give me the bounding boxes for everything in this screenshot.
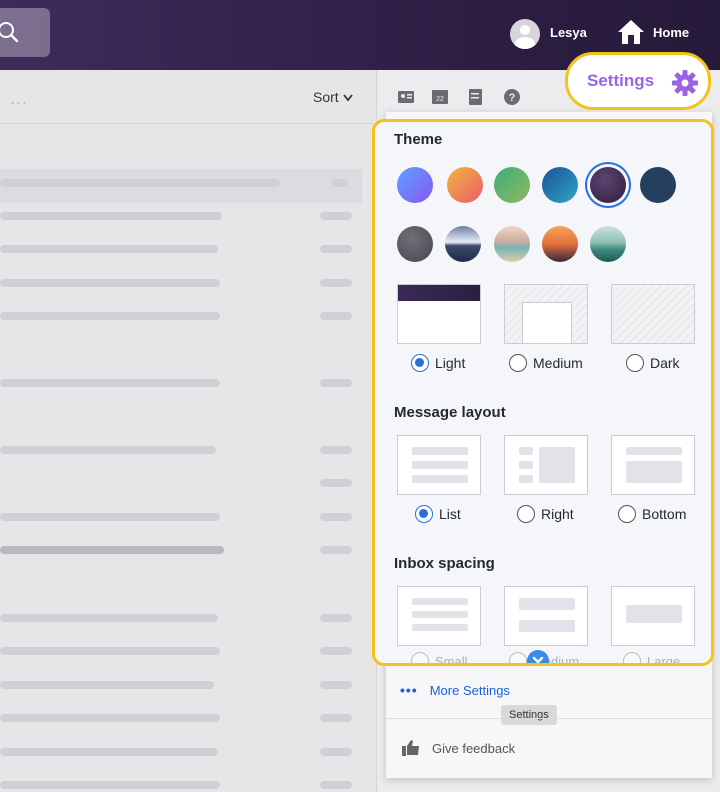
message-row[interactable]	[0, 309, 362, 323]
radio-icon	[623, 652, 641, 663]
dark-mode-radio[interactable]: Dark	[626, 354, 680, 372]
radio-selected-icon	[411, 354, 429, 372]
theme-panel: Theme Light Medium Dark Message layout L…	[372, 119, 714, 666]
message-row[interactable]	[0, 443, 362, 457]
scroll-down-icon[interactable]	[527, 650, 549, 663]
light-mode-radio[interactable]: Light	[411, 354, 465, 372]
theme-title: Theme	[394, 131, 443, 148]
bottom-layout-preview[interactable]	[611, 435, 695, 495]
message-row[interactable]	[0, 510, 362, 524]
small-spacing-preview[interactable]	[397, 586, 481, 646]
search-input[interactable]	[0, 8, 50, 57]
list-layout-radio[interactable]: List	[415, 505, 461, 523]
message-row[interactable]	[0, 644, 362, 658]
contacts-icon[interactable]	[397, 88, 415, 106]
user-name[interactable]: Lesya	[550, 25, 587, 40]
radio-icon	[509, 354, 527, 372]
thumbs-up-icon	[402, 740, 419, 756]
radio-icon	[411, 652, 429, 663]
medium-spacing-preview[interactable]	[504, 586, 588, 646]
message-toolbar: ... Sort	[0, 70, 376, 124]
help-icon[interactable]: ?	[503, 88, 521, 106]
message-row[interactable]	[0, 242, 362, 256]
medium-mode-label: Medium	[533, 355, 583, 371]
message-row[interactable]	[0, 209, 362, 223]
message-row[interactable]	[0, 176, 362, 190]
message-row[interactable]	[0, 678, 362, 692]
theme-swatch-dark-purple[interactable]	[590, 167, 626, 203]
theme-swatch-teal-hills-photo[interactable]	[590, 226, 626, 262]
theme-swatch-green[interactable]	[494, 167, 530, 203]
message-row[interactable]	[0, 611, 362, 625]
medium-mode-radio[interactable]: Medium	[509, 354, 583, 372]
notepad-icon[interactable]	[467, 88, 485, 106]
light-mode-preview[interactable]	[397, 284, 481, 344]
large-spacing-radio[interactable]: Large	[623, 652, 681, 666]
svg-text:?: ?	[509, 92, 516, 104]
theme-swatch-slate[interactable]	[397, 226, 433, 262]
theme-swatch-blue-purple[interactable]	[397, 167, 433, 203]
message-row[interactable]	[0, 476, 362, 490]
give-feedback-link[interactable]: Give feedback	[402, 740, 515, 756]
calendar-icon[interactable]: 22	[431, 88, 449, 106]
medium-mode-preview[interactable]	[504, 284, 588, 344]
message-row[interactable]	[0, 778, 362, 792]
give-feedback-label: Give feedback	[432, 740, 516, 756]
radio-icon	[618, 505, 636, 523]
svg-text:22: 22	[436, 96, 444, 103]
more-settings-label: More Settings	[429, 682, 510, 698]
theme-swatch-sunset-photo[interactable]	[542, 226, 578, 262]
home-icon[interactable]	[616, 18, 646, 46]
right-layout-preview[interactable]	[504, 435, 588, 495]
settings-button[interactable]: Settings	[565, 52, 711, 110]
bottom-layout-radio[interactable]: Bottom	[618, 505, 686, 523]
list-layout-preview[interactable]	[397, 435, 481, 495]
message-row[interactable]	[0, 711, 362, 725]
more-dots-icon: •••	[400, 682, 418, 698]
large-spacing-preview[interactable]	[611, 586, 695, 646]
sort-label: Sort	[313, 89, 339, 105]
gear-icon	[672, 70, 698, 96]
message-list: ... Sort	[0, 70, 376, 792]
theme-swatch-orange[interactable]	[447, 167, 483, 203]
overflow-menu-icon[interactable]: ...	[10, 88, 28, 109]
settings-label: Settings	[587, 71, 655, 90]
message-row[interactable]	[0, 276, 362, 290]
search-icon	[0, 22, 19, 43]
sort-button[interactable]: Sort	[313, 89, 353, 105]
small-spacing-radio[interactable]: Small	[411, 652, 468, 666]
light-mode-label: Light	[435, 355, 466, 371]
dark-mode-label: Dark	[650, 355, 680, 371]
radio-icon	[626, 354, 644, 372]
right-layout-radio[interactable]: Right	[517, 505, 574, 523]
avatar[interactable]	[510, 19, 540, 49]
message-row[interactable]	[0, 543, 362, 557]
home-link[interactable]: Home	[653, 25, 689, 40]
radio-selected-icon	[415, 505, 433, 523]
radio-icon	[517, 505, 535, 523]
list-layout-label: List	[439, 506, 461, 522]
theme-swatch-lake-photo[interactable]	[494, 226, 530, 262]
theme-swatch-blue[interactable]	[542, 167, 578, 203]
more-settings-link[interactable]: ••• More Settings	[400, 682, 510, 698]
message-row[interactable]	[0, 376, 362, 390]
message-layout-title: Message layout	[394, 404, 506, 421]
chevron-down-icon	[342, 94, 353, 102]
message-row[interactable]	[0, 745, 362, 759]
right-layout-label: Right	[541, 506, 574, 522]
small-spacing-label: Small	[435, 653, 468, 666]
large-spacing-label: Large	[647, 653, 681, 666]
settings-tooltip: Settings	[501, 705, 557, 725]
theme-swatch-mountains-photo[interactable]	[445, 226, 481, 262]
menu-divider	[386, 718, 712, 719]
bottom-layout-label: Bottom	[642, 506, 687, 522]
inbox-spacing-title: Inbox spacing	[394, 555, 495, 572]
radio-icon	[509, 652, 527, 663]
dark-mode-preview[interactable]	[611, 284, 695, 344]
theme-swatch-navy[interactable]	[640, 167, 676, 203]
